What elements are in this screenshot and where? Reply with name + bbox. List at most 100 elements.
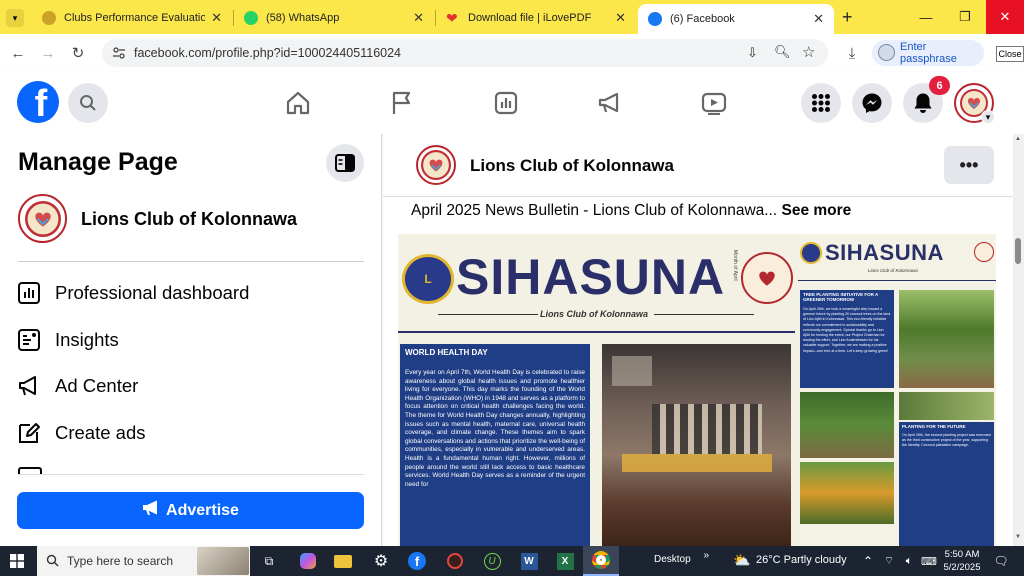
- minimize-icon: —: [919, 9, 933, 25]
- start-button[interactable]: [10, 554, 24, 568]
- enter-passphrase-button[interactable]: Enter passphrase: [872, 40, 984, 66]
- page-avatar[interactable]: [18, 194, 67, 243]
- close-icon: ✕: [999, 9, 1011, 24]
- more-options-button[interactable]: •••: [944, 146, 994, 184]
- notification-center-icon[interactable]: 🗨︎: [990, 550, 1012, 572]
- file-explorer-icon[interactable]: [332, 550, 354, 572]
- post-text: April 2025 News Bulletin - Lions Club of…: [411, 202, 778, 219]
- settings-gear-icon[interactable]: ⚙: [370, 550, 392, 572]
- desktop-toolbar-label[interactable]: Desktop »: [654, 550, 709, 565]
- speaker-icon[interactable]: 🔈︎: [898, 550, 920, 572]
- lions-logo: L: [402, 254, 454, 304]
- reload-button[interactable]: ↻: [68, 43, 88, 63]
- page-scrollbar[interactable]: ▲ ▼: [1013, 134, 1024, 546]
- post-page-avatar[interactable]: [416, 145, 456, 185]
- video-icon[interactable]: [700, 89, 728, 117]
- photo-window: [612, 356, 652, 386]
- menu-item-professional-dashboard[interactable]: Professional dashboard: [16, 277, 249, 309]
- tab-whatsapp[interactable]: (58) WhatsApp ✕: [234, 4, 434, 32]
- chrome-taskbar-button[interactable]: [583, 546, 619, 576]
- show-hidden-icons-chevron-icon[interactable]: ⌃: [857, 550, 879, 572]
- address-bar[interactable]: facebook.com/profile.php?id=100024405116…: [102, 39, 828, 67]
- advertise-button[interactable]: Advertise: [17, 492, 364, 529]
- menu-item-create-ads[interactable]: Create ads: [16, 417, 146, 449]
- close-icon[interactable]: ✕: [813, 11, 824, 27]
- tab-facebook[interactable]: (6) Facebook ✕: [638, 4, 834, 34]
- divider: [18, 474, 364, 475]
- page-name[interactable]: Lions Club of Kolonnawa: [81, 209, 297, 230]
- tab-search-button[interactable]: ▾: [6, 9, 24, 27]
- copilot-icon[interactable]: [297, 550, 319, 572]
- windows-taskbar: Type here to search ⧉ ⚙ f U W X Desktop …: [0, 546, 1024, 576]
- see-more-link[interactable]: See more: [782, 202, 852, 219]
- tab-clubs-performance[interactable]: Clubs Performance Evaluation Syst ✕: [32, 4, 232, 32]
- manage-page-sidebar: Manage Page Lions Club of Kolonnawa Prof…: [0, 134, 382, 546]
- zoom-icon[interactable]: 🔍︎: [774, 44, 791, 60]
- site-info-icon[interactable]: [112, 46, 126, 60]
- taskbar-search-box[interactable]: Type here to search: [37, 546, 250, 576]
- photo-people: [652, 404, 762, 454]
- planting-photo: [899, 290, 994, 388]
- insights-icon: [16, 327, 42, 353]
- maximize-button[interactable]: ❐: [946, 0, 984, 34]
- whatsapp-icon: [244, 11, 258, 25]
- close-icon[interactable]: ✕: [615, 10, 626, 26]
- close-icon[interactable]: ✕: [211, 10, 222, 26]
- excel-icon[interactable]: X: [554, 550, 576, 572]
- bookmark-star-icon[interactable]: ☆: [802, 43, 815, 61]
- bell-icon: [914, 93, 932, 113]
- close-icon[interactable]: ✕: [413, 10, 424, 26]
- clock[interactable]: 5:50 AM 5/2/2025: [936, 548, 988, 574]
- davinci-icon[interactable]: [444, 550, 466, 572]
- word-icon[interactable]: W: [518, 550, 540, 572]
- reload-icon: ↻: [71, 45, 85, 62]
- scrollbar-thumb[interactable]: [1015, 238, 1021, 264]
- ads-megaphone-icon[interactable]: [596, 89, 624, 117]
- scroll-down-arrow[interactable]: ▼: [1015, 534, 1021, 540]
- newsletter-month: Month of April: [732, 250, 738, 281]
- menu-button[interactable]: [801, 83, 841, 123]
- weather-widget[interactable]: 26°C Partly cloudy: [756, 554, 847, 566]
- account-chevron-icon[interactable]: ▾: [981, 110, 995, 124]
- switch-view-button[interactable]: [326, 144, 364, 182]
- tab-label: (58) WhatsApp: [266, 12, 340, 24]
- menu-item-ad-center[interactable]: Ad Center: [16, 370, 138, 402]
- minimize-button[interactable]: —: [907, 0, 945, 34]
- megaphone-icon: [16, 373, 42, 399]
- task-view-icon[interactable]: ⧉: [258, 550, 280, 572]
- tab-ilovepdf[interactable]: ❤ Download file | iLovePDF ✕: [436, 4, 636, 32]
- forward-button[interactable]: →: [38, 43, 58, 63]
- install-app-icon[interactable]: ⇩: [747, 45, 758, 61]
- browser-tab-strip: ▾ Clubs Performance Evaluation Syst ✕ (5…: [0, 0, 1024, 34]
- sidebar-toggle-icon: [335, 154, 355, 172]
- scroll-up-arrow[interactable]: ▲: [1015, 136, 1021, 142]
- menu-item-insights[interactable]: Insights: [16, 324, 119, 356]
- messenger-icon: [862, 93, 882, 113]
- divider: [383, 196, 1013, 197]
- club-emblem: [974, 242, 994, 262]
- new-tab-button[interactable]: +: [842, 7, 853, 28]
- downloads-button[interactable]: ⤓: [842, 43, 862, 63]
- back-button[interactable]: ←: [8, 43, 28, 63]
- post-page-name[interactable]: Lions Club of Kolonnawa: [470, 156, 674, 176]
- chevron-icon[interactable]: »: [703, 550, 709, 561]
- menu-item-label: Create ads: [55, 422, 146, 443]
- newsletter-subtitle: Lions Club of Kolonnawa: [868, 268, 918, 273]
- close-tooltip: Close: [996, 46, 1024, 62]
- search-button[interactable]: [68, 83, 108, 123]
- weather-icon[interactable]: ⛅: [733, 552, 750, 569]
- facebook-logo[interactable]: f: [17, 81, 59, 123]
- upwork-icon[interactable]: U: [481, 550, 503, 572]
- window-close-button[interactable]: ✕: [986, 0, 1024, 34]
- messenger-button[interactable]: [852, 83, 892, 123]
- insights-icon[interactable]: [492, 89, 520, 117]
- passphrase-label: Enter passphrase: [900, 41, 957, 65]
- home-icon[interactable]: [284, 89, 312, 117]
- tab-label: (6) Facebook: [670, 13, 735, 25]
- pages-flag-icon[interactable]: [388, 89, 416, 117]
- advertise-label: Advertise: [166, 501, 239, 519]
- facebook-app-icon[interactable]: f: [406, 550, 428, 572]
- wifi-icon[interactable]: ⌔: [878, 550, 900, 572]
- newsletter-image[interactable]: L SIHASUNA Month of April Lions Club of …: [398, 234, 996, 546]
- page-feed: Lions Club of Kolonnawa ••• April 2025 N…: [383, 134, 1013, 546]
